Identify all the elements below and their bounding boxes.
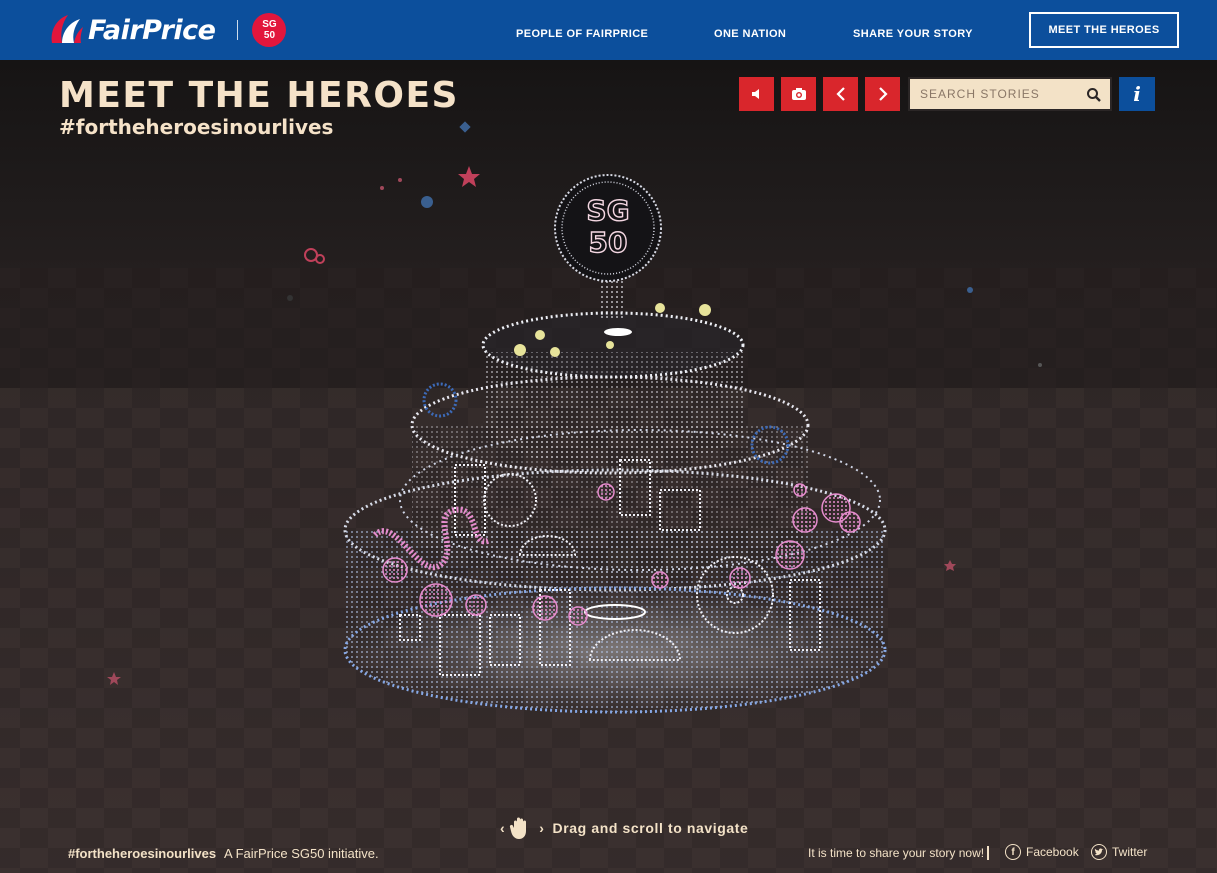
next-button[interactable]: [865, 77, 900, 111]
nav-one-nation[interactable]: ONE NATION: [714, 28, 786, 40]
top-nav-bar: FairPrice SG 50 PEOPLE OF FAIRPRICE ONE …: [0, 0, 1217, 60]
facebook-link[interactable]: f Facebook: [1005, 844, 1079, 860]
twitter-link[interactable]: Twitter: [1091, 844, 1147, 860]
scene-canvas[interactable]: SG 50: [0, 60, 1217, 873]
topper-50-text: 50: [589, 226, 628, 259]
page-title: MEET THE HEROES: [59, 75, 459, 116]
topper-sg-text: SG: [586, 194, 629, 227]
speaker-icon: [751, 89, 759, 99]
previous-button[interactable]: [823, 77, 858, 111]
brand-name: FairPrice: [88, 14, 216, 46]
hint-chevron-left-icon: ‹: [500, 820, 506, 836]
nav-share-your-story[interactable]: SHARE YOUR STORY: [853, 28, 973, 40]
footer-hashtag: #fortheheroesinourlives: [68, 846, 217, 861]
camera-icon: [791, 88, 806, 100]
footer-divider: [987, 846, 989, 860]
footer-share-prompt[interactable]: It is time to share your story now!: [808, 846, 984, 860]
meet-the-heroes-button[interactable]: MEET THE HEROES: [1029, 12, 1179, 48]
twitter-icon: [1091, 844, 1107, 860]
page-hashtag: #fortheheroesinourlives: [59, 115, 334, 139]
fairprice-logo[interactable]: FairPrice SG 50: [48, 12, 287, 48]
footer-tagline: #fortheheroesinourlives A FairPrice SG50…: [68, 846, 379, 861]
nav-people-of-fairprice[interactable]: PEOPLE OF FAIRPRICE: [516, 28, 648, 40]
chevron-right-icon: [878, 87, 888, 101]
search-icon[interactable]: [1086, 87, 1102, 103]
logo-divider: [237, 20, 239, 40]
footer-initiative: A FairPrice SG50 initiative.: [224, 846, 379, 861]
facebook-icon: f: [1005, 844, 1021, 860]
search-stories-input[interactable]: [920, 79, 1080, 109]
interactive-cake-scene[interactable]: SG 50: [0, 60, 1217, 873]
info-button[interactable]: i: [1119, 77, 1155, 111]
chevron-left-icon: [835, 87, 845, 101]
hand-drag-icon: [510, 817, 527, 839]
sound-button[interactable]: [739, 77, 774, 111]
camera-button[interactable]: [781, 77, 816, 111]
fairprice-feather-icon: [51, 15, 83, 43]
hint-chevron-right-icon: ›: [539, 820, 545, 836]
sg50-badge: SG 50: [252, 13, 287, 47]
twitter-label: Twitter: [1112, 845, 1148, 859]
facebook-label: Facebook: [1026, 845, 1079, 859]
navigation-hint: ‹ › Drag and scroll to navigate: [498, 816, 748, 840]
hint-text: Drag and scroll to navigate: [552, 820, 749, 836]
search-stories-box[interactable]: [908, 77, 1112, 111]
